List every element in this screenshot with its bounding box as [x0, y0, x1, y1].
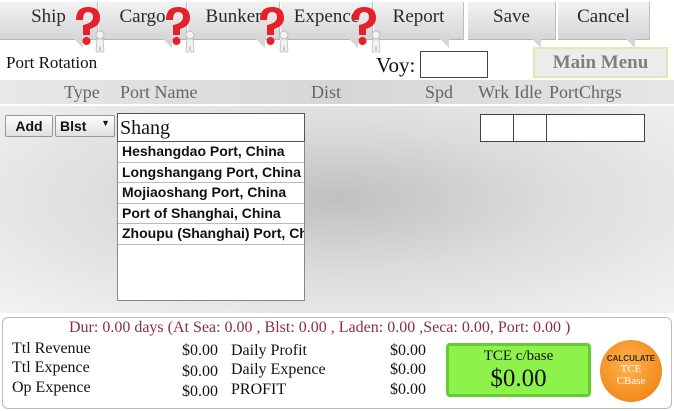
port-rotation-label: Port Rotation	[6, 53, 98, 72]
ttl-revenue-label: Ttl Revenue	[12, 340, 91, 357]
voy-label: Voy:	[376, 53, 416, 77]
toolbar: Ship Cargo Bunker Expence Report Save Ca…	[0, 0, 674, 53]
calculate-tce-label: TCE	[620, 363, 642, 375]
ttl-expence-label: Ttl Expence	[12, 359, 90, 376]
daily-expence-label: Daily Expence	[231, 361, 326, 378]
tce-value: $0.00	[490, 365, 547, 392]
ttl-revenue-value: $0.00	[182, 342, 218, 359]
column-type: Type	[64, 82, 100, 102]
question-mark-figure-icon	[166, 7, 195, 53]
column-wrk: Wrk	[478, 82, 510, 102]
suggestion-item[interactable]: Zhoupu (Shanghai) Port, China	[118, 224, 304, 245]
daily-profit-value: $0.00	[390, 342, 426, 359]
main-menu-button[interactable]: Main Menu	[533, 47, 668, 78]
suggestion-item[interactable]: Mojiaoshang Port, China	[118, 183, 304, 204]
daily-expence-value: $0.00	[390, 361, 426, 378]
chevron-down-icon: ▼	[101, 118, 110, 128]
column-header-bar: Type Port Name Dist Spd Wrk Idle PortChr…	[0, 80, 674, 104]
calculate-tce-button[interactable]: CALCULATE TCE CBase	[600, 340, 662, 402]
type-select[interactable]: Blst ▼	[55, 115, 115, 137]
type-select-value: Blst	[60, 118, 87, 134]
port-suggestion-list: Heshangdao Port, China Longshangang Port…	[117, 142, 305, 301]
voy-input[interactable]	[420, 51, 488, 78]
idle-days-input[interactable]	[513, 114, 547, 142]
op-expence-value: $0.00	[182, 383, 218, 400]
port-name-input[interactable]: Shang	[117, 113, 305, 142]
profit-value: $0.00	[390, 381, 426, 398]
column-spd: Spd	[425, 82, 454, 102]
column-idle: Idle	[514, 82, 542, 102]
calculate-cbase-label: CBase	[616, 375, 646, 387]
save-button[interactable]: Save	[468, 2, 556, 48]
calculate-label: CALCULATE	[606, 354, 656, 363]
suggestion-item[interactable]: Heshangdao Port, China	[118, 142, 304, 163]
work-days-input[interactable]	[480, 114, 514, 142]
report-button[interactable]: Report	[374, 2, 464, 48]
tce-cbase-box: TCE c/base $0.00	[446, 343, 591, 397]
column-port-name: Port Name	[120, 82, 198, 102]
question-mark-figure-icon	[260, 7, 289, 53]
tce-title: TCE c/base	[483, 348, 554, 364]
column-port-charges: PortChrgs	[549, 82, 622, 102]
add-button[interactable]: Add	[5, 115, 53, 137]
question-mark-figure-icon	[352, 7, 381, 53]
cancel-button[interactable]: Cancel	[558, 2, 650, 48]
profit-label: PROFIT	[231, 381, 287, 398]
duration-summary: Dur: 0.00 days (At Sea: 0.00 , Blst: 0.0…	[69, 319, 571, 336]
port-charges-input[interactable]	[546, 114, 645, 142]
daily-profit-label: Daily Profit	[231, 342, 307, 359]
op-expence-label: Op Expence	[12, 379, 91, 396]
suggestion-item[interactable]: Longshangang Port, China	[118, 163, 304, 183]
question-mark-figure-icon	[76, 7, 105, 53]
suggestion-item[interactable]: Port of Shanghai, China	[118, 204, 304, 224]
ttl-expence-value: $0.00	[182, 363, 218, 380]
column-dist: Dist	[311, 82, 342, 102]
